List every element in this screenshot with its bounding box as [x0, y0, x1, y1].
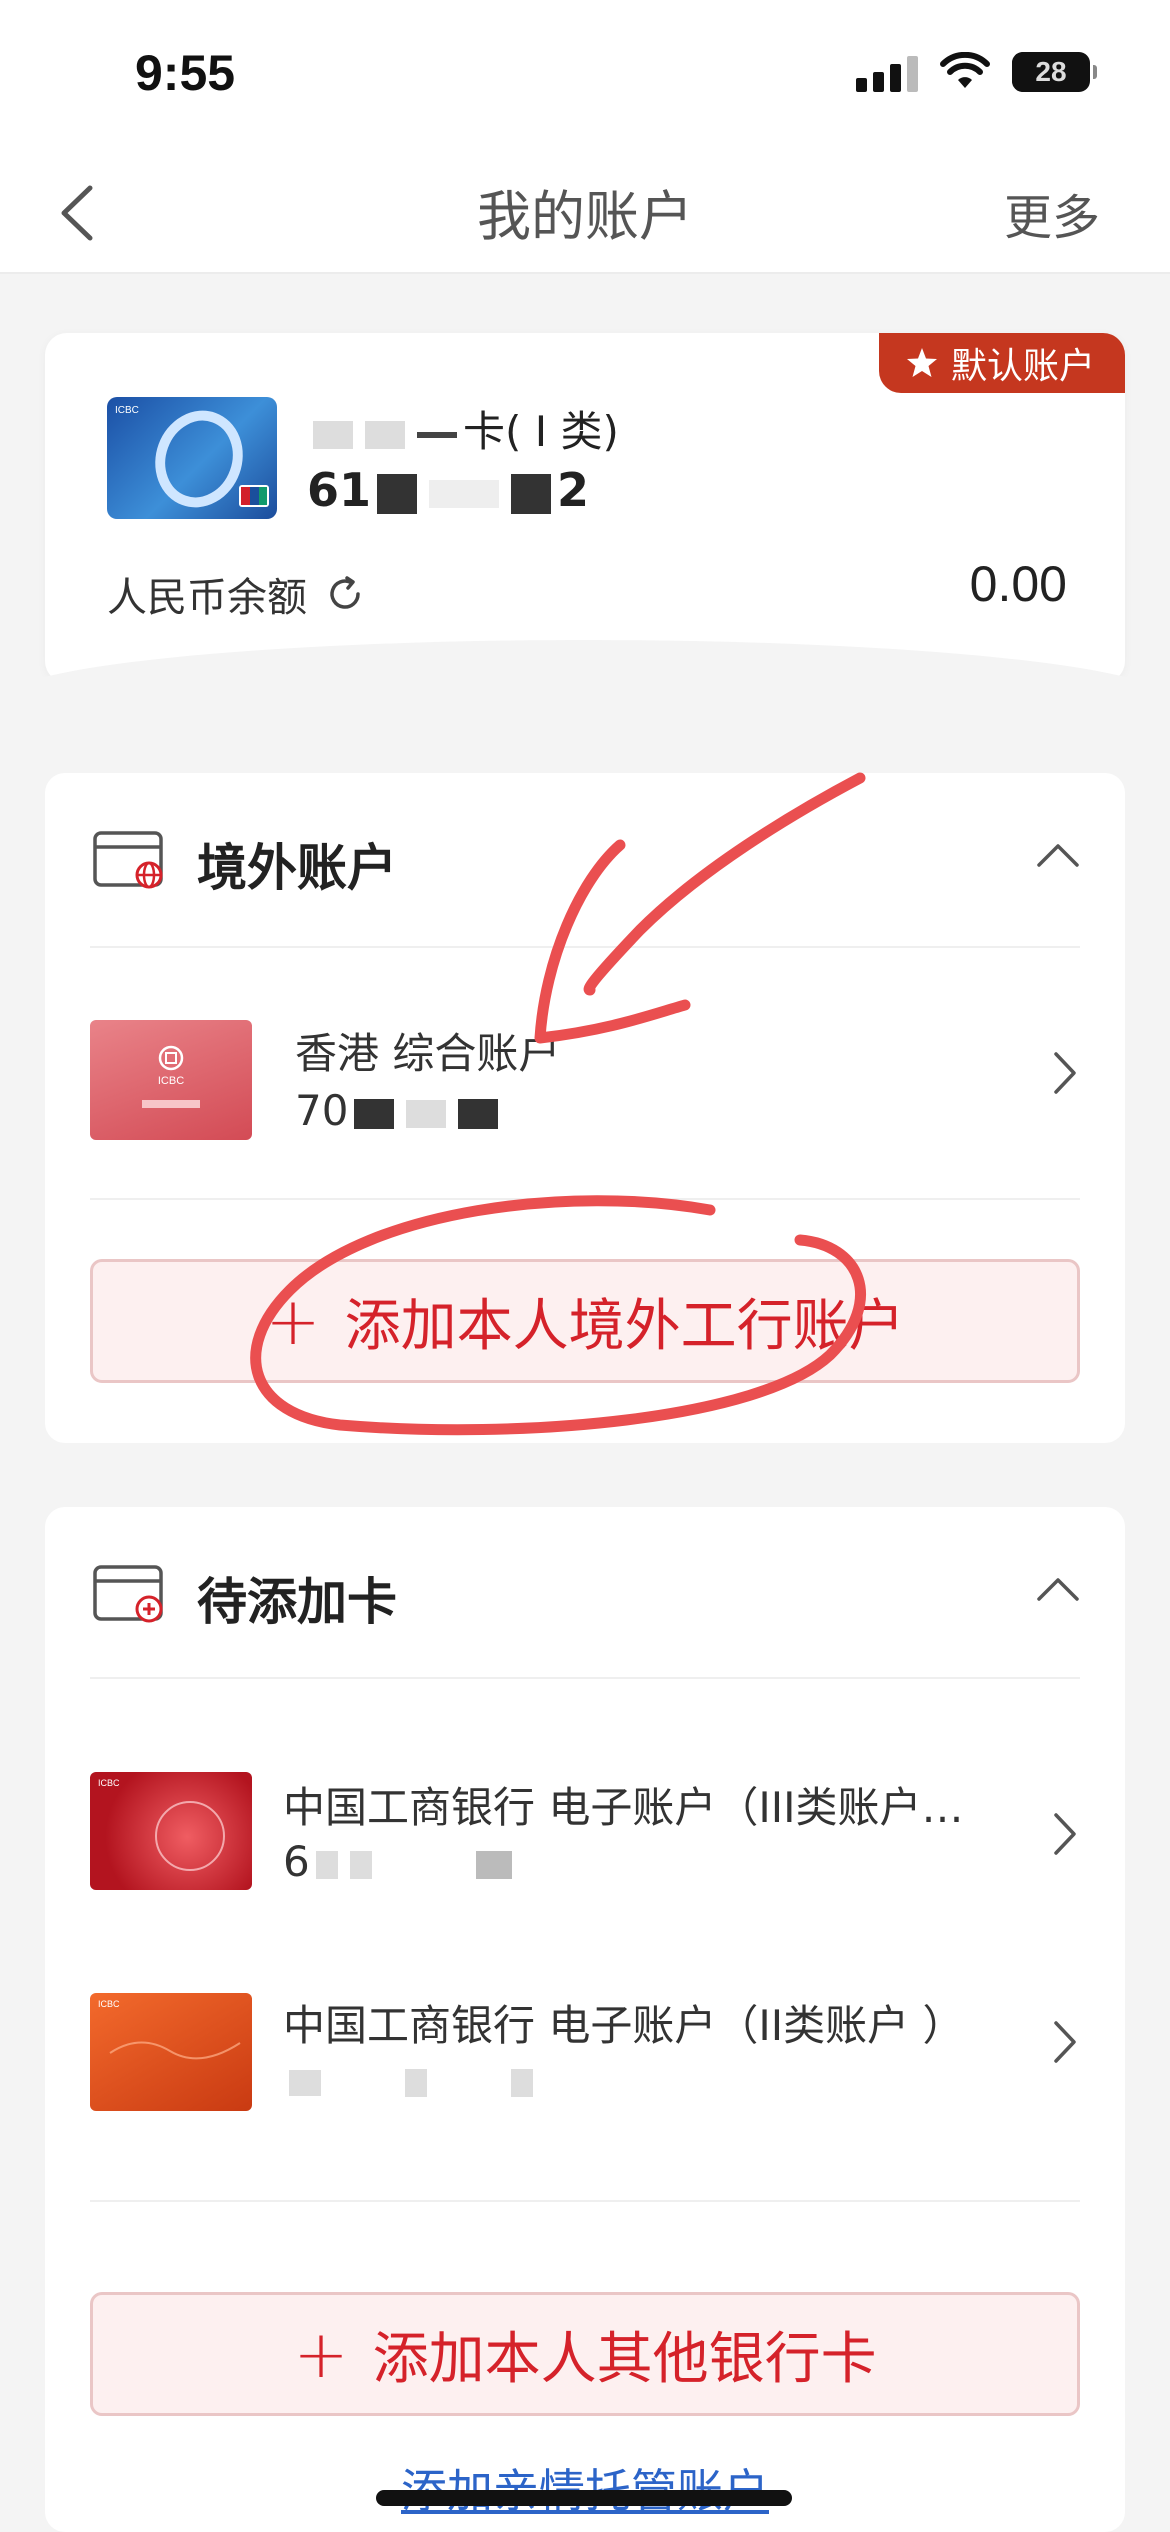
divider — [90, 1677, 1080, 1679]
icbc-hk-card-image: ICBC — [90, 1020, 252, 1140]
overseas-section-title: 境外账户 — [197, 839, 397, 897]
home-indicator — [376, 2490, 792, 2506]
balance-value: 0.00 — [969, 556, 1067, 612]
overseas-account-number-prefix: 70 — [295, 1086, 349, 1135]
chevron-up-icon[interactable] — [1033, 1573, 1083, 1603]
default-badge-label: 默认账户 — [950, 346, 1095, 387]
card-number: 61 2 — [307, 463, 589, 517]
pending-card-row[interactable]: ICBC 中国工商银行 电子账户（III类账户… 6 — [45, 1707, 1125, 1917]
pending-section-title: 待添加卡 — [197, 1573, 397, 1631]
add-overseas-account-button[interactable]: + 添加本人境外工行账户 — [90, 1259, 1080, 1383]
divider — [90, 1198, 1080, 1200]
overseas-account-number: 70 — [295, 1086, 504, 1135]
chevron-right-icon[interactable] — [1050, 1809, 1080, 1859]
status-icons: 28 — [856, 52, 1097, 92]
card-add-icon — [93, 1565, 163, 1623]
more-button[interactable]: 更多 — [1004, 178, 1100, 248]
pending-card-name: 中国工商银行 电子账户（II类账户 ） — [283, 2001, 965, 2050]
pending-card-number: 6 — [283, 1837, 518, 1886]
pending-card-number-prefix: 6 — [283, 1837, 310, 1886]
card-number-suffix: 2 — [557, 463, 590, 517]
balance-label-text: 人民币余额 — [107, 575, 307, 621]
chevron-up-icon[interactable] — [1033, 839, 1083, 869]
wifi-icon — [940, 52, 990, 88]
nav-bar: 我的账户 更多 — [0, 150, 1170, 274]
card-globe-icon — [93, 831, 163, 889]
icbc-e-account-card-image: ICBC — [90, 1993, 252, 2111]
icbc-e-account-card-image: ICBC — [90, 1772, 252, 1890]
pending-cards-section: 待添加卡 ICBC 中国工商银行 电子账户（III类账户… 6 ICBC 中国工… — [45, 1507, 1125, 2532]
add-other-bank-card-button[interactable]: + 添加本人其他银行卡 — [90, 2292, 1080, 2416]
star-icon — [906, 348, 937, 377]
plus-icon: + — [293, 2315, 349, 2393]
svg-text:ICBC: ICBC — [98, 1999, 120, 2009]
page-title: 我的账户 — [477, 185, 693, 248]
card-title-suffix: 卡( Ⅰ 类) — [463, 407, 619, 456]
overseas-account-row[interactable]: ICBC 香港 综合账户 70 — [45, 948, 1125, 1198]
add-family-account-link[interactable]: 添加亲情托管账户 — [0, 2455, 1170, 2521]
pending-card-row[interactable]: ICBC 中国工商银行 电子账户（II类账户 ） — [45, 1917, 1125, 2127]
cellular-signal-icon — [856, 52, 918, 92]
battery-percent: 28 — [1035, 56, 1067, 87]
status-time: 9:55 — [135, 45, 236, 101]
default-account-card[interactable]: 默认账户 ICBC 卡( Ⅰ 类) 61 2 人民币余额 0.00 — [45, 333, 1125, 683]
refresh-icon[interactable] — [325, 574, 365, 614]
add-overseas-label: 添加本人境外工行账户 — [344, 1293, 905, 1359]
plus-icon: + — [265, 1282, 321, 1360]
icbc-debit-card-image: ICBC — [107, 397, 277, 519]
pending-section-header[interactable]: 待添加卡 — [45, 1507, 1125, 1677]
overseas-section-header[interactable]: 境外账户 — [45, 773, 1125, 943]
battery-icon: 28 — [1012, 52, 1097, 92]
status-bar: 9:55 28 — [0, 0, 1170, 150]
pending-card-name: 中国工商银行 电子账户（III类账户… — [283, 1783, 964, 1832]
card-number-prefix: 61 — [307, 463, 372, 517]
chevron-right-icon[interactable] — [1050, 2017, 1080, 2067]
overseas-account-name: 香港 综合账户 — [295, 1029, 561, 1078]
card-title: 卡( Ⅰ 类) — [307, 398, 619, 459]
divider — [90, 2200, 1080, 2202]
balance-label: 人民币余额 — [107, 565, 365, 623]
default-account-badge: 默认账户 — [878, 333, 1125, 393]
overseas-account-section: 境外账户 ICBC 香港 综合账户 70 + 添加本人境外工行账户 — [45, 773, 1125, 1443]
svg-text:ICBC: ICBC — [115, 405, 139, 416]
svg-text:ICBC: ICBC — [158, 1075, 184, 1087]
add-other-card-label: 添加本人其他银行卡 — [372, 2326, 877, 2392]
pending-card-number — [283, 2055, 539, 2104]
chevron-right-icon[interactable] — [1050, 1048, 1080, 1098]
svg-text:ICBC: ICBC — [98, 1778, 120, 1788]
